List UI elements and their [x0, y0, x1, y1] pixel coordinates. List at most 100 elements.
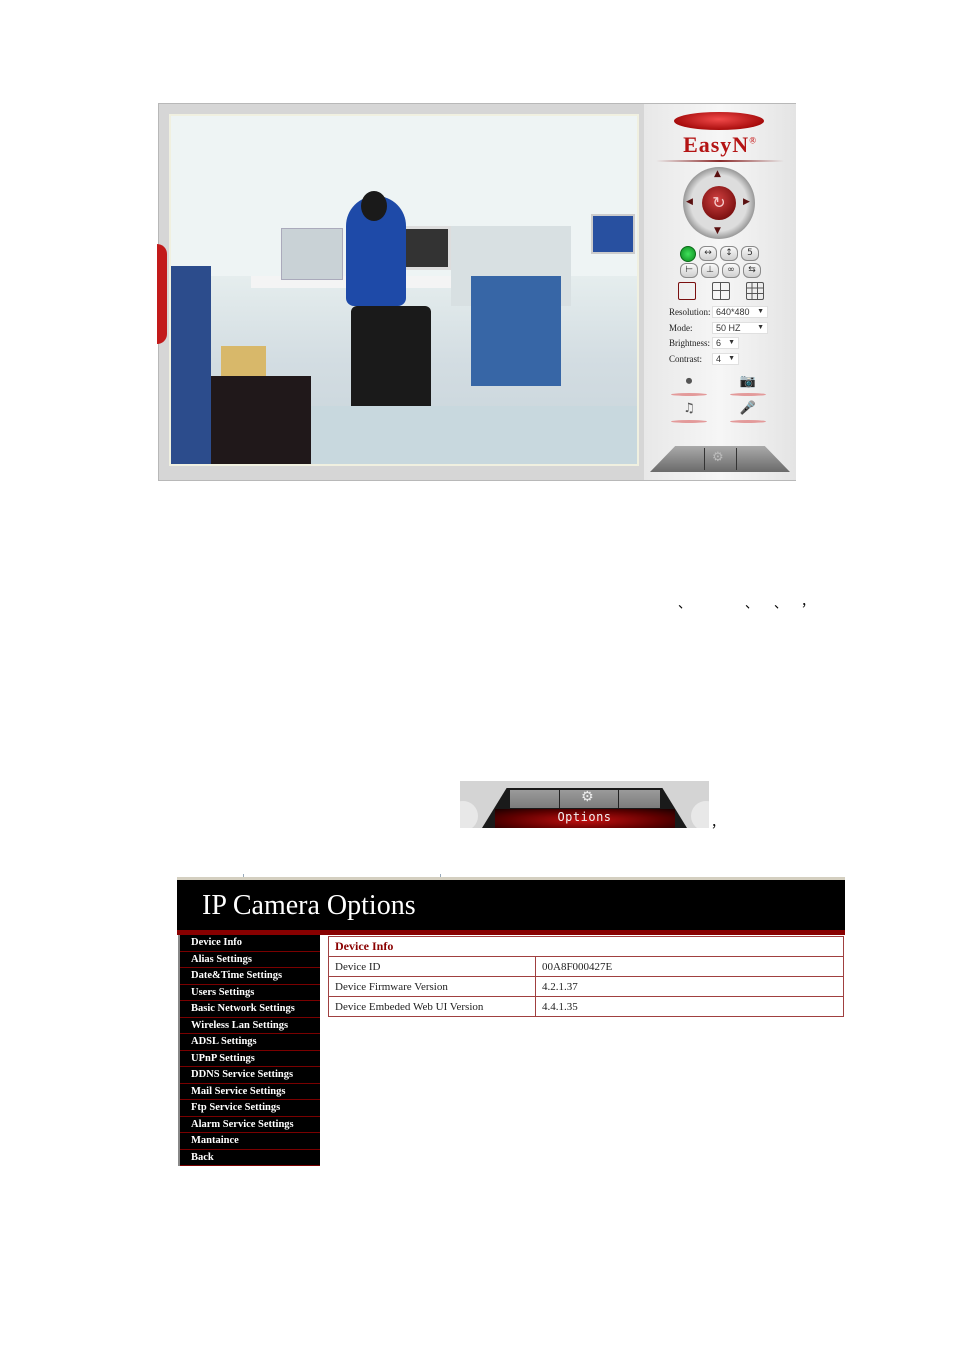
audio-icon: ♫ — [683, 401, 695, 416]
gear-icon[interactable]: ⚙ — [581, 789, 594, 805]
box — [221, 346, 266, 376]
chevron-down-icon: ▼ — [728, 339, 735, 346]
function-button-row-1: ↔ ↕ 5 — [680, 246, 759, 262]
sidebar-item-upnp-settings[interactable]: UPnP Settings — [180, 1051, 320, 1067]
ptz-control: ▲ ▼ ◀ ▶ ↻ — [683, 167, 755, 239]
talk-button[interactable]: 🎤 — [730, 401, 766, 423]
gear-icon[interactable]: ⚙ — [712, 450, 724, 465]
shelf — [281, 228, 343, 280]
punctuation-mark: 、 — [774, 596, 788, 611]
punctuation-mark: 、 — [745, 596, 759, 611]
bottom-toolbar: ⚙ — [650, 446, 790, 472]
control-panel: EasyN® ▲ ▼ ◀ ▶ ↻ ↔ ↕ 5 ⊢ ⊥ ∞ ⇆ Resolutio — [644, 104, 796, 480]
pan-down-arrow-icon[interactable]: ▼ — [714, 226, 721, 236]
resolution-value: 640*480 — [716, 307, 750, 317]
divider — [559, 790, 560, 808]
divider — [736, 448, 737, 470]
brightness-select[interactable]: 6 ▼ — [712, 337, 739, 349]
chevron-down-icon: ▼ — [728, 355, 735, 362]
options-button[interactable]: Options — [460, 810, 709, 824]
cabinet — [211, 376, 311, 464]
table-row: Device Embeded Web UI Version 4.4.1.35 — [328, 996, 844, 1017]
page-title: IP Camera Options — [202, 890, 416, 921]
brand-logo: EasyN® — [683, 132, 757, 157]
mode-select[interactable]: 50 HZ ▼ — [712, 322, 768, 334]
vertical-flip-icon[interactable]: ↕ — [720, 246, 738, 261]
pan-up-arrow-icon[interactable]: ▲ — [714, 169, 721, 179]
web-ui-version-label: Device Embeded Web UI Version — [328, 996, 536, 1017]
options-toolbar-snippet: ⚙ Options — [460, 781, 709, 828]
contrast-select[interactable]: 4 ▼ — [712, 353, 739, 365]
function-button-row-2: ⊢ ⊥ ∞ ⇆ — [680, 263, 761, 278]
audio-button[interactable]: ♫ — [671, 401, 707, 423]
nine-view-icon[interactable] — [746, 282, 764, 300]
sidebar-item-ddns-service-settings[interactable]: DDNS Service Settings — [180, 1067, 320, 1084]
web-ui-version-value: 4.4.1.35 — [535, 996, 844, 1017]
single-view-icon[interactable] — [678, 282, 696, 300]
preset-icon[interactable]: 5 — [741, 246, 759, 261]
punctuation-mark: ， — [801, 594, 815, 609]
refresh-icon[interactable]: ↻ — [702, 186, 736, 220]
sidebar-item-date-time-settings[interactable]: Date&Time Settings — [180, 968, 320, 985]
sidebar-item-ftp-service-settings[interactable]: Ftp Service Settings — [180, 1100, 320, 1117]
person-head — [361, 191, 387, 221]
device-id-value: 00A8F000427E — [535, 956, 844, 977]
sidebar-item-device-info[interactable]: Device Info — [180, 935, 320, 952]
chevron-down-icon: ▼ — [757, 324, 764, 331]
sidebar-item-maintenance[interactable]: Mantaince — [180, 1133, 320, 1150]
resolution-setting: Resolution: 640*480 ▼ — [669, 306, 768, 318]
contrast-setting: Contrast: 4 ▼ — [669, 353, 739, 365]
chevron-down-icon: ▼ — [757, 308, 764, 315]
pan-left-arrow-icon[interactable]: ◀ — [686, 197, 693, 207]
pan-right-arrow-icon[interactable]: ▶ — [743, 197, 750, 207]
sidebar-item-users-settings[interactable]: Users Settings — [180, 985, 320, 1001]
ir-icon[interactable]: ⊢ — [680, 263, 698, 278]
quad-view-icon[interactable] — [712, 282, 730, 300]
sidebar-item-mail-service-settings[interactable]: Mail Service Settings — [180, 1084, 320, 1100]
brightness-value: 6 — [716, 338, 722, 348]
punctuation-mark: 、 — [678, 596, 692, 611]
device-id-label: Device ID — [328, 956, 536, 977]
cubicle-blue-panel — [471, 276, 561, 386]
table-header-row: Device Info — [328, 936, 844, 957]
chair — [351, 306, 431, 416]
record-button[interactable]: ⏺ — [671, 374, 707, 396]
sidebar-item-basic-network-settings[interactable]: Basic Network Settings — [180, 1001, 320, 1018]
mode-setting: Mode: 50 HZ ▼ — [669, 322, 768, 334]
floor — [311, 406, 637, 464]
sidebar-item-alias-settings[interactable]: Alias Settings — [180, 952, 320, 968]
sidebar-item-wireless-lan-settings[interactable]: Wireless Lan Settings — [180, 1018, 320, 1034]
camera-icon: 📷 — [739, 374, 757, 389]
page-header: IP Camera Options — [177, 877, 845, 933]
side-collapse-tab[interactable] — [157, 244, 167, 344]
divider — [704, 448, 705, 470]
punctuation-mark: ， — [711, 815, 725, 830]
patrol-icon[interactable]: ⊥ — [701, 263, 719, 278]
resolution-select[interactable]: 640*480 ▼ — [712, 306, 768, 318]
snapshot-button[interactable]: 📷 — [730, 374, 766, 396]
divider — [618, 790, 619, 808]
status-led-icon[interactable] — [680, 246, 696, 262]
live-video-feed[interactable] — [169, 114, 639, 466]
sidebar-item-adsl-settings[interactable]: ADSL Settings — [180, 1034, 320, 1051]
firmware-version-value: 4.2.1.37 — [535, 976, 844, 997]
sidebar-item-alarm-service-settings[interactable]: Alarm Service Settings — [180, 1117, 320, 1133]
mode-value: 50 HZ — [716, 323, 741, 333]
brightness-label: Brightness: — [669, 338, 711, 348]
divider — [656, 160, 784, 162]
view-layout-selector — [678, 282, 764, 300]
resolution-label: Resolution: — [669, 307, 711, 317]
options-sidebar: Device Info Alias Settings Date&Time Set… — [178, 935, 320, 1166]
camera-viewer-window: EasyN® ▲ ▼ ◀ ▶ ↻ ↔ ↕ 5 ⊢ ⊥ ∞ ⇆ Resolutio — [157, 103, 796, 481]
brand-lens-decoration — [674, 112, 764, 130]
firmware-version-label: Device Firmware Version — [328, 976, 536, 997]
ip-camera-options-page: IP Camera Options Device Info Alias Sett… — [177, 874, 845, 1169]
record-icon: ⏺ — [685, 374, 693, 389]
swap-icon[interactable]: ⇆ — [743, 263, 761, 278]
sidebar-item-back[interactable]: Back — [180, 1150, 320, 1166]
contrast-label: Contrast: — [669, 354, 702, 364]
link-icon[interactable]: ∞ — [722, 263, 740, 278]
right-monitor — [591, 214, 635, 254]
device-info-table: Device Info Device ID 00A8F000427E Devic… — [328, 936, 844, 1017]
horizontal-flip-icon[interactable]: ↔ — [699, 246, 717, 261]
